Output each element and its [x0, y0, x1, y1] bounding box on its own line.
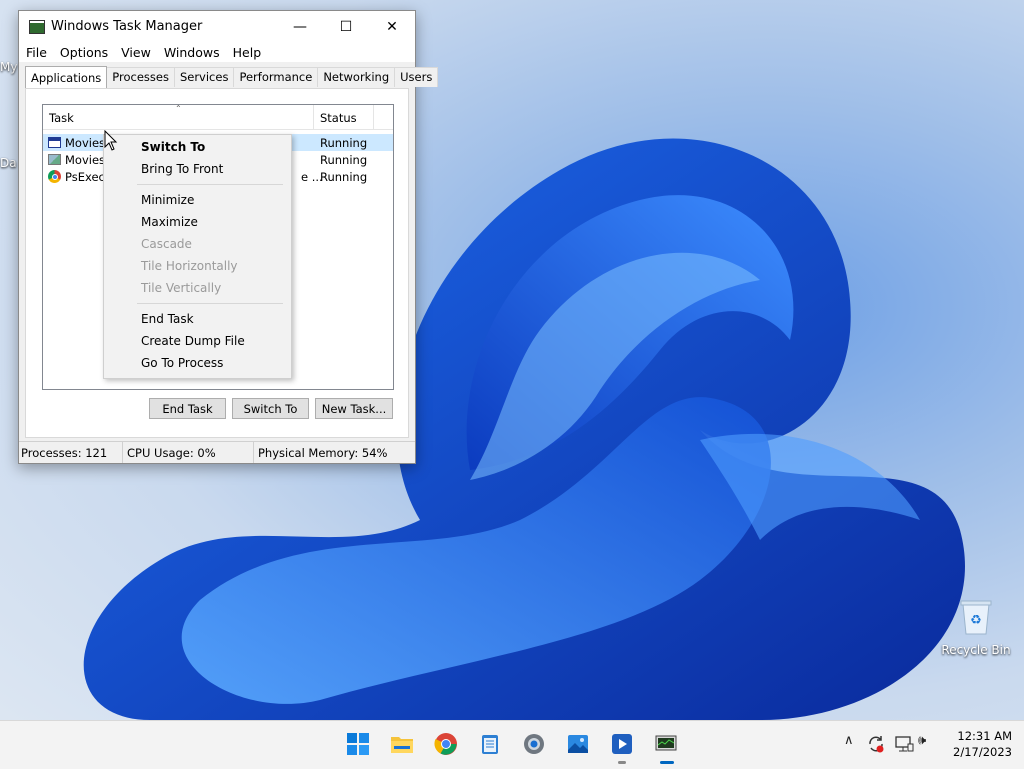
menu-item-end-task[interactable]: End Task — [104, 308, 291, 330]
volume-icon[interactable]: 🕪 — [918, 733, 926, 748]
switch-to-button[interactable]: Switch To — [232, 398, 309, 419]
context-menu: Switch To Bring To Front Minimize Maximi… — [103, 134, 292, 379]
menu-item-go-to-process[interactable]: Go To Process — [104, 352, 291, 374]
menu-windows[interactable]: Windows — [159, 45, 225, 60]
menu-item-cascade: Cascade — [141, 237, 192, 251]
menu-separator — [137, 303, 283, 304]
clock-date: 2/17/2023 — [953, 745, 1012, 759]
chrome-icon — [48, 170, 61, 183]
desktop-icon-label-my[interactable]: My — [0, 60, 17, 74]
clock[interactable]: 12:31 AM 2/17/2023 — [944, 728, 1012, 760]
cpu-usage: CPU Usage: 0% — [123, 442, 254, 463]
app-icon — [48, 154, 61, 165]
tab-strip: Applications Processes Services Performa… — [25, 66, 439, 88]
task-list-header: ⌃ Task Status — [43, 104, 393, 130]
window-icon — [48, 137, 61, 148]
menu-item-create-dump-file[interactable]: Create Dump File — [104, 330, 291, 352]
physical-memory: Physical Memory: 54% — [258, 445, 388, 460]
tab-services[interactable]: Services — [173, 67, 235, 87]
photos-icon[interactable] — [566, 732, 590, 756]
recycle-bin-icon: ♻ — [960, 600, 992, 635]
recycle-bin-label: Recycle Bin — [941, 643, 1011, 657]
sort-ascending-icon: ⌃ — [175, 104, 182, 113]
menu-bar: File Options View Windows Help — [19, 42, 415, 62]
minimize-button[interactable]: — — [277, 11, 323, 42]
new-task-button[interactable]: New Task... — [315, 398, 393, 419]
clock-time: 12:31 AM — [957, 729, 1012, 743]
notepad-icon[interactable] — [478, 732, 502, 756]
window-title: Windows Task Manager — [51, 19, 203, 34]
processes-count: Processes: 121 — [19, 442, 123, 463]
task-name: PsExec — [65, 169, 105, 184]
menu-file[interactable]: File — [21, 45, 52, 60]
active-indicator — [660, 761, 674, 764]
file-explorer-icon[interactable] — [390, 732, 414, 756]
task-manager-app-icon — [29, 19, 45, 34]
title-bar[interactable]: Windows Task Manager — ☐ ✕ — [19, 11, 415, 42]
task-name: Movies — [65, 135, 106, 150]
start-icon[interactable] — [346, 732, 370, 756]
task-status: Running — [320, 152, 368, 167]
maximize-button[interactable]: ☐ — [323, 11, 369, 42]
tab-performance[interactable]: Performance — [233, 67, 319, 87]
end-task-button[interactable]: End Task — [149, 398, 226, 419]
status-bar: Processes: 121 CPU Usage: 0% Physical Me… — [19, 441, 415, 463]
task-status: Running — [320, 135, 368, 150]
task-name-truncated-tail: e ... — [301, 170, 323, 184]
menu-item-tile-horizontally: Tile Horizontally — [141, 259, 238, 273]
tab-processes[interactable]: Processes — [106, 67, 175, 87]
menu-options[interactable]: Options — [55, 45, 113, 60]
task-manager-icon[interactable] — [654, 732, 678, 756]
close-button[interactable]: ✕ — [369, 11, 415, 42]
menu-help[interactable]: Help — [228, 45, 267, 60]
mouse-cursor-icon — [104, 130, 118, 151]
task-status: Running — [320, 169, 368, 184]
column-header-status[interactable]: Status — [314, 105, 374, 129]
tab-networking[interactable]: Networking — [317, 67, 396, 87]
desktop-icon-label-da[interactable]: Da — [0, 156, 17, 170]
chrome-icon[interactable] — [434, 732, 458, 756]
menu-item-tile-vertically: Tile Vertically — [141, 281, 222, 295]
menu-item-bring-to-front[interactable]: Bring To Front — [104, 158, 291, 180]
network-icon[interactable] — [894, 734, 914, 754]
menu-item-minimize[interactable]: Minimize — [104, 189, 291, 211]
settings-icon[interactable] — [522, 732, 546, 756]
menu-item-switch-to[interactable]: Switch To — [104, 136, 291, 158]
tab-applications[interactable]: Applications — [25, 66, 108, 88]
menu-view[interactable]: View — [116, 45, 156, 60]
media-player-icon[interactable] — [610, 732, 634, 756]
running-indicator — [618, 761, 626, 764]
tab-users[interactable]: Users — [394, 67, 439, 87]
menu-separator — [137, 184, 283, 185]
sync-alert-icon[interactable] — [866, 734, 886, 754]
recycle-bin[interactable]: ♻ Recycle Bin — [940, 598, 1012, 657]
svg-text:♻: ♻ — [970, 613, 982, 628]
show-hidden-icons-chevron-icon[interactable]: ∧ — [844, 733, 854, 748]
menu-item-maximize[interactable]: Maximize — [104, 211, 291, 233]
